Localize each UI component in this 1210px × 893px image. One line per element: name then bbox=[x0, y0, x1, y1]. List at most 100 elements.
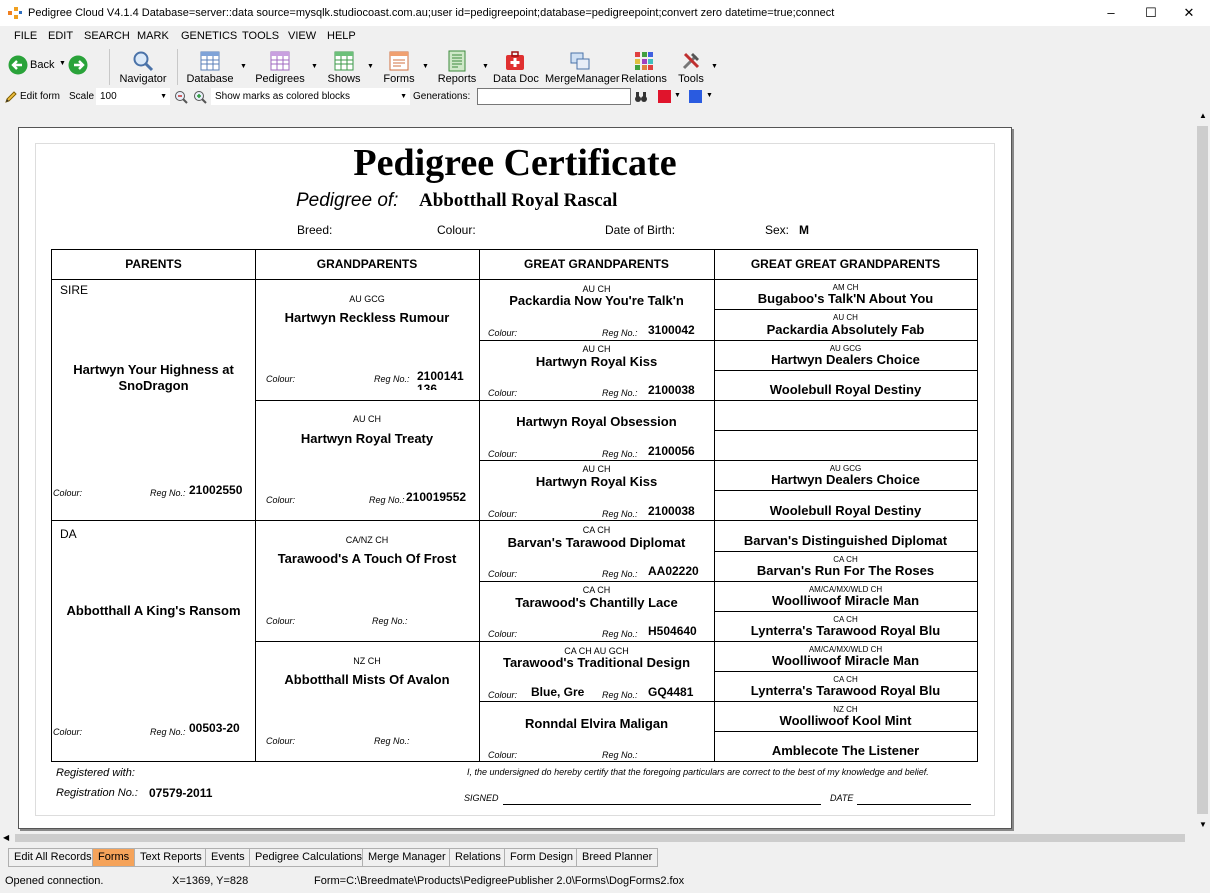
form-toolbar: Edit form Scale 100 ▼ Show marks as color… bbox=[0, 87, 1210, 107]
mark-color-red-swatch[interactable] bbox=[658, 90, 672, 103]
ggp3-name[interactable]: Hartwyn Royal Obsession bbox=[479, 414, 714, 429]
pedigree-table-icon bbox=[270, 51, 290, 71]
status-message: Opened connection. bbox=[5, 875, 104, 887]
gggp1-name[interactable]: Bugaboo's Talk'N About You bbox=[714, 291, 977, 306]
scale-select[interactable]: 100 ▼ bbox=[96, 88, 170, 105]
gggp8-name[interactable]: Woolebull Royal Destiny bbox=[714, 503, 977, 518]
forward-arrow-icon[interactable] bbox=[68, 55, 88, 75]
reports-button[interactable]: Reports bbox=[436, 47, 478, 87]
ggp5-name[interactable]: Barvan's Tarawood Diplomat bbox=[479, 535, 714, 550]
merge-manager-icon bbox=[570, 52, 590, 70]
gp3-name[interactable]: Tarawood's A Touch Of Frost bbox=[255, 551, 479, 566]
gggp11-name[interactable]: Woolliwoof Miracle Man bbox=[714, 593, 977, 608]
blue-color-dropdown-icon[interactable]: ▼ bbox=[706, 92, 713, 99]
menu-edit[interactable]: EDIT bbox=[48, 30, 73, 42]
ggp7-name[interactable]: Tarawood's Traditional Design bbox=[479, 655, 714, 670]
ggp4-name[interactable]: Hartwyn Royal Kiss bbox=[479, 474, 714, 489]
gggp15-name[interactable]: Woolliwoof Kool Mint bbox=[714, 713, 977, 728]
gggp4-name[interactable]: Woolebull Royal Destiny bbox=[714, 382, 977, 397]
magnifier-icon bbox=[133, 51, 154, 72]
header-grandparents: GRANDPARENTS bbox=[316, 257, 418, 271]
marks-display-select[interactable]: Show marks as colored blocks ▼ bbox=[211, 88, 410, 105]
menu-help[interactable]: HELP bbox=[327, 30, 356, 42]
gggp7-name[interactable]: Hartwyn Dealers Choice bbox=[714, 472, 977, 487]
tab-relations[interactable]: Relations bbox=[449, 848, 507, 867]
scroll-up-icon[interactable]: ▲ bbox=[1199, 111, 1207, 120]
vertical-scroll-thumb[interactable] bbox=[1197, 126, 1208, 814]
zoom-out-icon[interactable] bbox=[174, 90, 188, 104]
edit-form-button[interactable]: Edit form bbox=[4, 90, 64, 104]
gggp3-name[interactable]: Hartwyn Dealers Choice bbox=[714, 352, 977, 367]
menu-file[interactable]: FILE bbox=[14, 30, 37, 42]
ggp7-colour-label: Colour: bbox=[488, 690, 518, 700]
scroll-down-icon[interactable]: ▼ bbox=[1199, 820, 1207, 829]
forms-button[interactable]: Forms bbox=[378, 47, 420, 87]
back-dropdown-icon[interactable]: ▼ bbox=[59, 60, 66, 67]
tab-form-design[interactable]: Form Design bbox=[504, 848, 579, 867]
back-button[interactable]: Back ▼ bbox=[8, 54, 92, 78]
gggp14-name[interactable]: Lynterra's Tarawood Royal Blu bbox=[714, 683, 977, 698]
menu-mark[interactable]: MARK bbox=[137, 30, 169, 42]
dam-reg-no: 00503-20 bbox=[189, 721, 240, 735]
gp4-title: NZ CH bbox=[353, 656, 381, 666]
dam-name[interactable]: Abbotthall A King's Ransom bbox=[57, 603, 250, 619]
gp2-name[interactable]: Hartwyn Royal Treaty bbox=[255, 431, 479, 446]
scroll-left-icon[interactable]: ◀ bbox=[3, 833, 9, 842]
sire-label: SIRE bbox=[60, 283, 89, 297]
shows-dropdown-icon[interactable]: ▼ bbox=[367, 63, 374, 70]
gggp12-name[interactable]: Lynterra's Tarawood Royal Blu bbox=[714, 623, 977, 638]
app-logo-icon bbox=[8, 7, 22, 19]
gggp13-name[interactable]: Woolliwoof Miracle Man bbox=[714, 653, 977, 668]
ggp8-name[interactable]: Ronndal Elvira Maligan bbox=[479, 716, 714, 731]
merge-manager-button[interactable]: MergeManager bbox=[545, 47, 620, 87]
tab-merge-manager[interactable]: Merge Manager bbox=[362, 848, 452, 867]
tab-text-reports[interactable]: Text Reports bbox=[134, 848, 208, 867]
date-label: DATE bbox=[830, 793, 854, 803]
navigator-button[interactable]: Navigator bbox=[118, 47, 168, 87]
tools-button[interactable]: Tools bbox=[674, 47, 708, 87]
forms-dropdown-icon[interactable]: ▼ bbox=[422, 63, 429, 70]
ggp5-title: CA CH bbox=[582, 525, 611, 535]
database-button[interactable]: Database bbox=[186, 47, 234, 87]
gp1-reg-no: 2100141 136 bbox=[417, 370, 464, 390]
menu-view[interactable]: VIEW bbox=[288, 30, 316, 42]
sire-name[interactable]: Hartwyn Your Highness at SnoDragon bbox=[57, 362, 250, 394]
generations-input[interactable] bbox=[477, 88, 631, 105]
menu-search[interactable]: SEARCH bbox=[84, 30, 130, 42]
close-button[interactable]: ✕ bbox=[1166, 0, 1210, 26]
database-dropdown-icon[interactable]: ▼ bbox=[240, 63, 247, 70]
pedigrees-button[interactable]: Pedigrees bbox=[252, 47, 308, 87]
gggp9-name[interactable]: Barvan's Distinguished Diplomat bbox=[714, 533, 977, 548]
ggp2-name[interactable]: Hartwyn Royal Kiss bbox=[479, 354, 714, 369]
red-color-dropdown-icon[interactable]: ▼ bbox=[674, 92, 681, 99]
title-bar: Pedigree Cloud V4.1.4 Database=server::d… bbox=[0, 0, 1210, 26]
gggp2-name[interactable]: Packardia Absolutely Fab bbox=[714, 322, 977, 337]
forms-icon bbox=[389, 51, 409, 71]
gp4-name[interactable]: Abbotthall Mists Of Avalon bbox=[255, 672, 479, 687]
menu-genetics[interactable]: GENETICS bbox=[181, 30, 237, 42]
gggp16-name[interactable]: Amblecote The Listener bbox=[714, 743, 977, 758]
ggp6-name[interactable]: Tarawood's Chantilly Lace bbox=[479, 595, 714, 610]
horizontal-scroll-thumb[interactable] bbox=[15, 834, 1185, 842]
zoom-in-icon[interactable] bbox=[193, 90, 207, 104]
gggp10-name[interactable]: Barvan's Run For The Roses bbox=[714, 563, 977, 578]
binoculars-icon[interactable] bbox=[634, 90, 648, 104]
ggp1-name[interactable]: Packardia Now You're Talk'n bbox=[479, 293, 714, 308]
tab-pedigree-calculations[interactable]: Pedigree Calculations bbox=[249, 848, 369, 867]
tab-forms[interactable]: Forms bbox=[92, 848, 136, 867]
mark-color-blue-swatch[interactable] bbox=[689, 90, 703, 103]
tab-breed-planner[interactable]: Breed Planner bbox=[576, 848, 659, 867]
shows-button[interactable]: Shows bbox=[322, 47, 366, 87]
reports-dropdown-icon[interactable]: ▼ bbox=[482, 63, 489, 70]
tab-events[interactable]: Events bbox=[205, 848, 251, 867]
menu-tools[interactable]: TOOLS bbox=[242, 30, 279, 42]
pedigrees-dropdown-icon[interactable]: ▼ bbox=[311, 63, 318, 70]
scale-dropdown-icon: ▼ bbox=[160, 93, 167, 100]
tools-dropdown-icon[interactable]: ▼ bbox=[711, 63, 718, 70]
data-doc-button[interactable]: Data Doc bbox=[493, 47, 539, 87]
gp1-name[interactable]: Hartwyn Reckless Rumour bbox=[255, 310, 479, 325]
relations-button[interactable]: Relations bbox=[621, 47, 667, 87]
sire-reg-label: Reg No.: bbox=[150, 488, 186, 498]
tab-edit-all-records[interactable]: Edit All Records bbox=[8, 848, 98, 867]
ggp7-colour: Blue, Gre bbox=[531, 685, 585, 699]
